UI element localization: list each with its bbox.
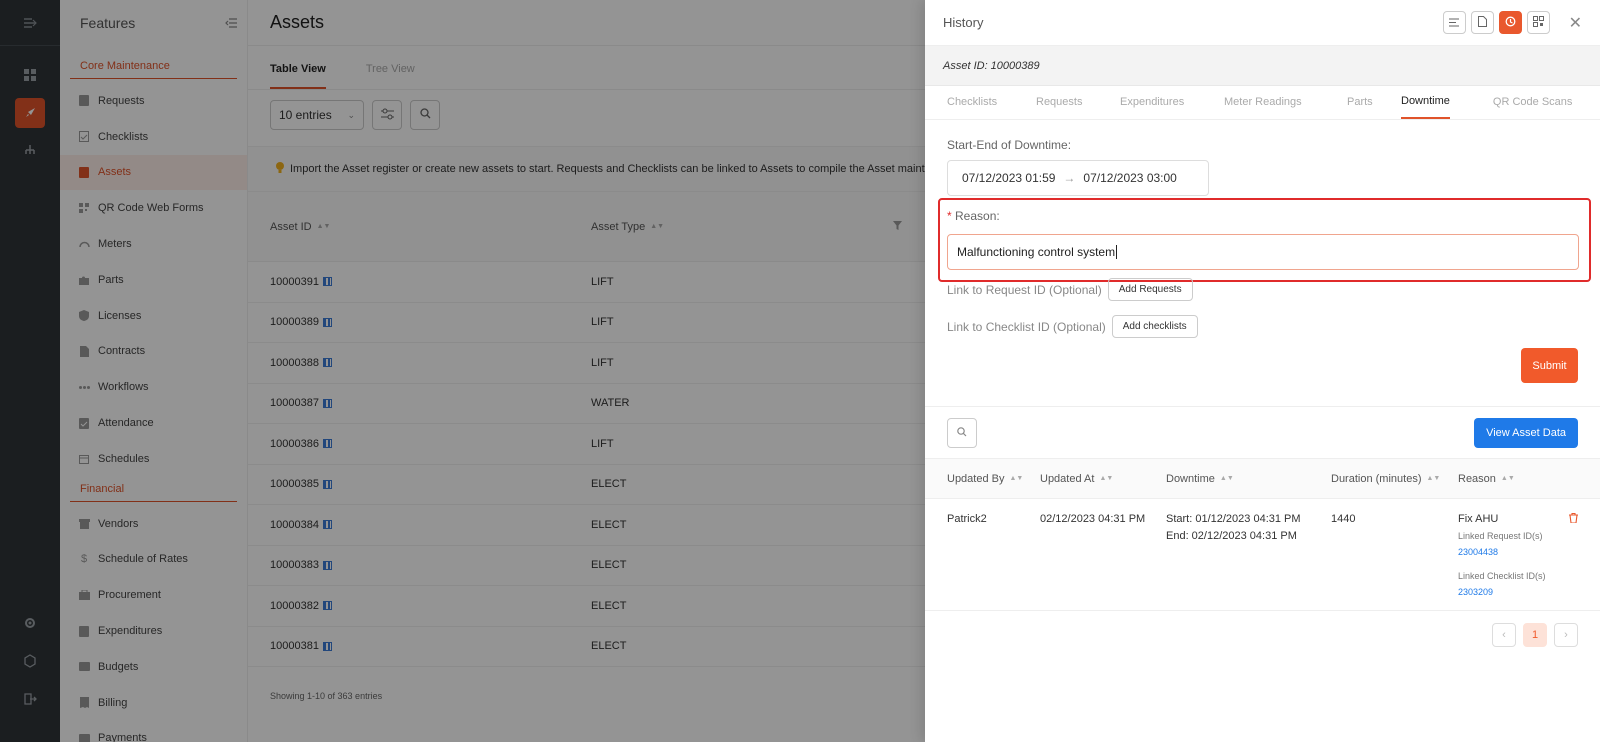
reason-label-text: Reason: [955, 209, 997, 223]
linked-request-link[interactable]: 23004438: [1458, 547, 1558, 557]
column-downtime[interactable]: Downtime ▲▼: [1166, 473, 1331, 485]
linked-checklist-label: Linked Checklist ID(s): [1458, 571, 1546, 581]
sort-icon: ▲▼: [1009, 475, 1024, 483]
page-button[interactable]: 1: [1523, 623, 1547, 647]
prev-page-button[interactable]: ‹: [1492, 623, 1516, 647]
sort-icon: ▲▼: [1500, 475, 1515, 483]
pagination: ‹ 1 ›: [925, 611, 1600, 659]
list-icon: [1449, 15, 1460, 30]
column-reason[interactable]: Reason ▲▼: [1458, 473, 1558, 485]
downtime-form: Start-End of Downtime: 07/12/2023 01:59 …: [925, 120, 1600, 407]
link-checklist-label: Link to Checklist ID (Optional): [947, 319, 1106, 334]
reason-value: Malfunctioning control system: [957, 245, 1116, 259]
linked-request-label: Linked Request ID(s): [1458, 531, 1543, 541]
chevron-right-icon: ›: [1564, 629, 1568, 641]
column-label: Updated At: [1040, 472, 1095, 485]
tab-requests[interactable]: Requests: [1036, 86, 1120, 119]
sort-icon: ▲▼: [1099, 475, 1114, 483]
modal-overlay[interactable]: [0, 0, 925, 742]
submit-button[interactable]: Submit: [1521, 348, 1578, 383]
next-page-button[interactable]: ›: [1554, 623, 1578, 647]
chevron-left-icon: ‹: [1502, 629, 1506, 641]
range-separator: →: [1063, 171, 1076, 185]
column-updated-by[interactable]: Updated By ▲▼: [947, 473, 1040, 485]
column-label: Reason: [1458, 472, 1496, 485]
table-row: Patrick2 02/12/2023 04:31 PM Start: 01/1…: [925, 499, 1600, 611]
add-requests-button[interactable]: Add Requests: [1107, 278, 1193, 301]
reason-cell: Fix AHU Linked Request ID(s) 23004438 Li…: [1458, 513, 1558, 610]
tab-qr-code-scans[interactable]: QR Code Scans: [1493, 86, 1572, 119]
tab-expenditures[interactable]: Expenditures: [1120, 86, 1224, 119]
history-search-button[interactable]: [947, 417, 977, 448]
required-mark: *: [947, 209, 952, 223]
column-label: Duration (minutes): [1331, 472, 1422, 485]
tab-checklists[interactable]: Checklists: [947, 86, 1036, 119]
text-caret: [1116, 245, 1118, 259]
column-duration[interactable]: Duration (minutes) ▲▼: [1331, 473, 1458, 485]
downtime-end: End: 02/12/2023 04:31 PM: [1166, 530, 1297, 542]
column-label: Updated By: [947, 472, 1005, 485]
start-datetime: 07/12/2023 01:59: [962, 171, 1056, 185]
list-view-button[interactable]: [1442, 11, 1466, 34]
reason-input[interactable]: Malfunctioning control system: [947, 234, 1579, 270]
add-checklists-button[interactable]: Add checklists: [1111, 315, 1198, 338]
delete-icon[interactable]: [1569, 512, 1578, 526]
search-icon: [957, 426, 967, 440]
tab-parts[interactable]: Parts: [1347, 86, 1401, 119]
document-icon: [1477, 15, 1487, 30]
history-table-header: Updated By ▲▼ Updated At ▲▼ Downtime ▲▼ Dur…: [925, 459, 1600, 499]
column-label: Downtime: [1166, 472, 1215, 485]
document-button[interactable]: [1470, 11, 1494, 34]
history-icon: [1505, 15, 1516, 30]
view-asset-data-button[interactable]: View Asset Data: [1474, 417, 1578, 448]
range-label: Start-End of Downtime:: [947, 138, 1072, 152]
qr-code-button[interactable]: [1526, 11, 1550, 34]
tab-downtime[interactable]: Downtime: [1401, 86, 1450, 119]
updated-at-cell: 02/12/2023 04:31 PM: [1040, 513, 1146, 525]
column-updated-at[interactable]: Updated At ▲▼: [1040, 473, 1166, 485]
reason-text: Fix AHU: [1458, 513, 1499, 525]
link-request-label: Link to Request ID (Optional): [947, 282, 1102, 297]
downtime-cell: Start: 01/12/2023 04:31 PM End: 02/12/20…: [1166, 513, 1331, 610]
sort-icon: ▲▼: [1426, 475, 1441, 483]
history-button[interactable]: [1498, 11, 1522, 34]
close-icon[interactable]: ✕: [1569, 13, 1582, 33]
drawer-title: History: [943, 15, 984, 30]
history-tabs: Checklists Requests Expenditures Meter R…: [925, 86, 1600, 120]
asset-id-label: Asset ID: 10000389: [925, 46, 1600, 86]
history-drawer: History ✕ Asset ID: 10000389 Checklists …: [925, 0, 1600, 742]
end-datetime: 07/12/2023 03:00: [1083, 171, 1177, 185]
duration-cell: 1440: [1331, 513, 1356, 525]
linked-checklist-link[interactable]: 2303209: [1458, 587, 1558, 597]
range-label-text: Start-End of Downtime: [947, 138, 1068, 152]
downtime-start: Start: 01/12/2023 04:31 PM: [1166, 513, 1301, 525]
reason-label: * Reason:: [947, 209, 1000, 223]
updated-by-cell: Patrick2: [947, 513, 987, 525]
qr-code-icon: [1532, 15, 1544, 30]
tab-meter-readings[interactable]: Meter Readings: [1224, 86, 1347, 119]
downtime-range-picker[interactable]: 07/12/2023 01:59 → 07/12/2023 03:00: [947, 160, 1209, 196]
sort-icon: ▲▼: [1219, 475, 1234, 483]
